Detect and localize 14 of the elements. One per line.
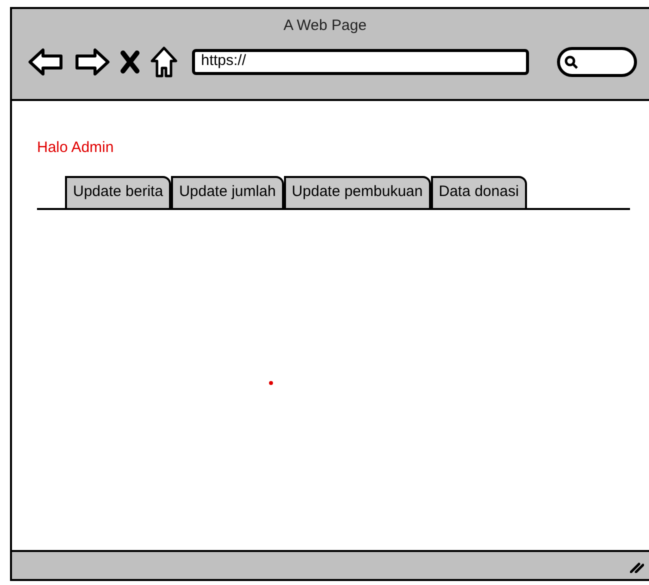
search-field[interactable]: [557, 46, 637, 76]
tab[interactable]: Update jumlah: [171, 176, 284, 208]
dot-mark: [269, 381, 273, 385]
tab[interactable]: Update pembukuan: [284, 176, 431, 208]
back-icon[interactable]: [28, 46, 64, 76]
window-title: A Web Page: [283, 16, 367, 36]
tab[interactable]: Update berita: [65, 176, 172, 208]
address-field[interactable]: https://: [192, 48, 529, 74]
greeting-text: Halo Admin: [37, 138, 114, 158]
home-icon[interactable]: [150, 46, 178, 78]
close-icon[interactable]: [120, 50, 140, 74]
tab[interactable]: Data donasi: [430, 176, 527, 208]
search-icon: [564, 54, 578, 68]
forward-icon[interactable]: [74, 46, 110, 76]
